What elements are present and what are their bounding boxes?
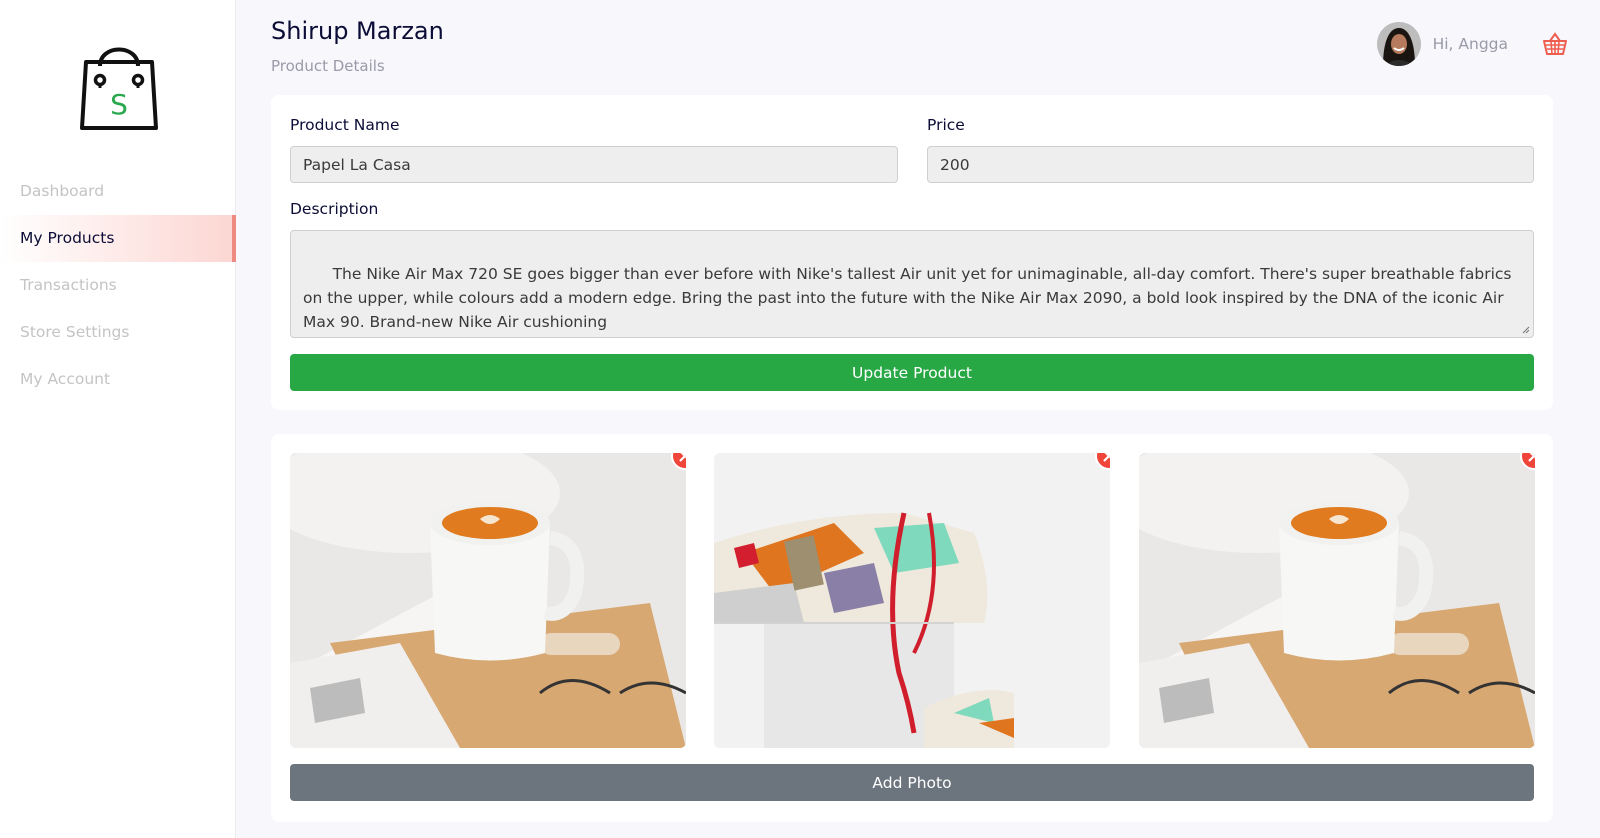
product-photo-1[interactable] bbox=[290, 453, 686, 748]
price-input[interactable] bbox=[927, 146, 1534, 183]
page-title: Shirup Marzan bbox=[271, 17, 444, 45]
price-label: Price bbox=[927, 116, 965, 134]
resize-handle-icon[interactable] bbox=[1522, 326, 1530, 334]
coffee-cup-photo bbox=[1139, 453, 1535, 748]
product-photos-card: Add Photo bbox=[271, 434, 1553, 822]
sneaker-photo bbox=[714, 453, 1110, 748]
user-menu[interactable]: Hi, Angga bbox=[1376, 22, 1568, 66]
main-content: Shirup Marzan Product Details Hi, Angga … bbox=[236, 0, 1600, 838]
close-icon bbox=[1528, 453, 1535, 462]
sidebar-item-my-account[interactable]: My Account bbox=[0, 356, 236, 403]
sidebar-item-transactions[interactable]: Transactions bbox=[0, 262, 236, 309]
logo-letter: S bbox=[110, 88, 128, 121]
sidebar-item-dashboard[interactable]: Dashboard bbox=[0, 168, 236, 215]
add-photo-button[interactable]: Add Photo bbox=[290, 764, 1534, 801]
product-name-input[interactable] bbox=[290, 146, 898, 183]
description-textarea[interactable]: The Nike Air Max 720 SE goes bigger than… bbox=[290, 230, 1534, 338]
greeting[interactable]: Hi, Angga bbox=[1433, 35, 1508, 53]
avatar[interactable] bbox=[1376, 22, 1421, 66]
sidebar-item-my-products[interactable]: My Products bbox=[0, 215, 236, 262]
shopping-bag-logo-icon[interactable]: S bbox=[78, 36, 160, 134]
sidebar-item-store-settings[interactable]: Store Settings bbox=[0, 309, 236, 356]
sidebar: S Dashboard My Products Transactions Sto… bbox=[0, 0, 236, 838]
product-photo-2[interactable] bbox=[714, 453, 1110, 748]
description-text: The Nike Air Max 720 SE goes bigger than… bbox=[303, 265, 1517, 331]
product-form-card: Product Name Price Description The Nike … bbox=[271, 95, 1553, 410]
basket-icon[interactable] bbox=[1542, 32, 1568, 56]
close-icon bbox=[679, 453, 686, 462]
close-icon bbox=[1103, 453, 1110, 462]
description-label: Description bbox=[290, 200, 379, 218]
product-photo-3[interactable] bbox=[1139, 453, 1535, 748]
product-name-label: Product Name bbox=[290, 116, 400, 134]
update-product-button[interactable]: Update Product bbox=[290, 354, 1534, 391]
page-subtitle: Product Details bbox=[271, 57, 385, 75]
coffee-cup-photo bbox=[290, 453, 686, 748]
sidebar-nav: Dashboard My Products Transactions Store… bbox=[0, 168, 236, 403]
